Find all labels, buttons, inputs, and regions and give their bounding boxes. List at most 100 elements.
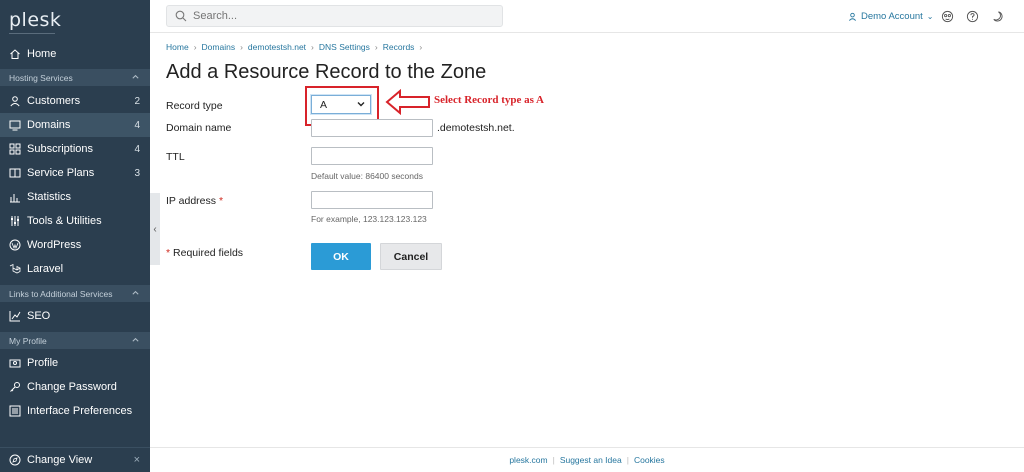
section-label: Hosting Services — [9, 72, 73, 83]
plesk-logo[interactable]: plesk — [9, 9, 61, 31]
annotation-text: Select Record type as A — [434, 94, 544, 106]
change-view-button[interactable]: Change View × — [0, 448, 150, 472]
compass-icon — [9, 454, 21, 466]
top-bar: Demo Account ⌄ — [150, 0, 1024, 33]
sidebar-item-label: Laravel — [27, 263, 64, 275]
count-badge: 2 — [134, 95, 140, 107]
main-content: Home › Domains › demotestsh.net › DNS Setti… — [160, 33, 1024, 447]
change-view-label: Change View — [27, 454, 93, 466]
list-icon — [9, 405, 21, 417]
user-icon — [849, 12, 856, 21]
required-mark: * — [166, 247, 171, 259]
section-links-additional-services[interactable]: Links to Additional Services — [0, 285, 150, 302]
breadcrumb-domains[interactable]: Domains — [202, 42, 236, 52]
sidebar-item-label: SEO — [27, 310, 51, 322]
sidebar-item-label: Statistics — [27, 191, 72, 203]
sidebar: plesk Home Hosting Services Customers 2 … — [0, 0, 150, 472]
chevron-right-icon: › — [193, 42, 197, 52]
sidebar-item-label: Customers — [27, 95, 81, 107]
breadcrumb: Home › Domains › demotestsh.net › DNS Setti… — [166, 42, 427, 52]
bar-chart-icon — [9, 191, 21, 203]
count-badge: 4 — [134, 119, 140, 131]
moon-icon[interactable] — [990, 9, 1004, 23]
grid-icon — [9, 143, 21, 155]
ok-button[interactable]: OK — [311, 243, 371, 270]
logo-underline — [9, 33, 55, 34]
account-name: Demo Account — [861, 11, 923, 22]
chevron-up-icon — [131, 288, 140, 299]
chevron-down-icon: ⌄ — [926, 12, 934, 21]
breadcrumb-domain[interactable]: demotestsh.net — [248, 42, 306, 52]
page-title: Add a Resource Record to the Zone — [166, 61, 487, 83]
section-my-profile[interactable]: My Profile — [0, 332, 150, 349]
sidebar-collapse-handle[interactable]: ‹ — [150, 193, 160, 265]
cancel-button[interactable]: Cancel — [380, 243, 442, 270]
sidebar-item-label: Interface Preferences — [27, 405, 133, 417]
sidebar-item-wordpress[interactable]: WordPress — [0, 233, 150, 257]
chevron-up-icon — [131, 72, 140, 83]
sidebar-item-label: Service Plans — [27, 167, 95, 179]
ip-label-text: IP address — [166, 195, 217, 207]
sidebar-item-change-password[interactable]: Change Password — [0, 375, 150, 399]
sidebar-item-label: Subscriptions — [27, 143, 94, 155]
sidebar-item-interface-preferences[interactable]: Interface Preferences — [0, 399, 150, 423]
search-box[interactable] — [166, 5, 503, 27]
account-menu[interactable]: Demo Account ⌄ — [848, 11, 934, 22]
breadcrumb-dns-settings[interactable]: DNS Settings — [319, 42, 370, 52]
divider: | — [552, 455, 555, 465]
sidebar-item-home[interactable]: Home — [0, 42, 150, 66]
sidebar-item-label: Profile — [27, 357, 59, 369]
sidebar-item-subscriptions[interactable]: Subscriptions 4 — [0, 137, 150, 161]
sidebar-item-tools-utilities[interactable]: Tools & Utilities — [0, 209, 150, 233]
home-icon — [9, 48, 21, 60]
footer-link-cookies[interactable]: Cookies — [634, 455, 665, 465]
required-mark: * — [218, 195, 224, 207]
footer-link-plesk[interactable]: plesk.com — [509, 455, 547, 465]
chevron-right-icon: › — [240, 42, 243, 52]
breadcrumb-records[interactable]: Records — [383, 42, 415, 52]
record-type-label: Record type — [166, 100, 223, 112]
record-type-select[interactable]: A — [311, 95, 371, 114]
count-badge: 4 — [134, 143, 140, 155]
key-icon — [9, 381, 21, 393]
sidebar-item-label: Domains — [27, 119, 71, 131]
sidebar-item-service-plans[interactable]: Service Plans 3 — [0, 161, 150, 185]
annotation-arrow-icon — [385, 89, 430, 115]
close-icon[interactable]: × — [134, 454, 140, 466]
chevron-left-icon: ‹ — [153, 223, 157, 235]
sidebar-item-statistics[interactable]: Statistics — [0, 185, 150, 209]
section-label: My Profile — [9, 335, 47, 346]
sidebar-item-laravel[interactable]: Laravel — [0, 257, 150, 281]
id-card-icon — [9, 357, 21, 369]
ip-address-input[interactable] — [311, 191, 433, 209]
domain-name-input[interactable] — [311, 119, 433, 137]
search-icon — [175, 10, 187, 22]
search-input[interactable] — [193, 10, 483, 22]
sidebar-item-profile[interactable]: Profile — [0, 351, 150, 375]
ttl-hint: Default value: 86400 seconds — [311, 171, 423, 181]
sidebar-item-label: WordPress — [27, 239, 82, 251]
ttl-label: TTL — [166, 151, 185, 163]
sidebar-item-label: Change Password — [27, 381, 117, 393]
footer: plesk.com | Suggest an Idea | Cookies — [150, 447, 1024, 472]
sidebar-item-domains[interactable]: Domains 4 — [0, 113, 150, 137]
plesk-cube-icon[interactable] — [940, 9, 954, 23]
breadcrumb-home[interactable]: Home — [166, 42, 189, 52]
chevron-right-icon: › — [311, 42, 314, 52]
footer-link-suggest-idea[interactable]: Suggest an Idea — [560, 455, 622, 465]
sidebar-item-seo[interactable]: SEO — [0, 304, 150, 328]
help-icon[interactable] — [965, 9, 979, 23]
sidebar-item-label: Tools & Utilities — [27, 215, 102, 227]
sidebar-item-customers[interactable]: Customers 2 — [0, 89, 150, 113]
required-fields-note: * Required fields — [166, 247, 243, 259]
monitor-icon — [9, 119, 21, 131]
section-hosting-services[interactable]: Hosting Services — [0, 69, 150, 86]
sliders-icon — [9, 215, 21, 227]
ttl-input[interactable] — [311, 147, 433, 165]
chevron-right-icon: › — [374, 42, 378, 52]
wordpress-icon — [9, 239, 21, 251]
sidebar-item-label: Home — [27, 48, 57, 60]
user-icon — [9, 95, 21, 107]
domain-suffix: .demotestsh.net. — [437, 122, 515, 134]
divider: | — [626, 455, 629, 465]
